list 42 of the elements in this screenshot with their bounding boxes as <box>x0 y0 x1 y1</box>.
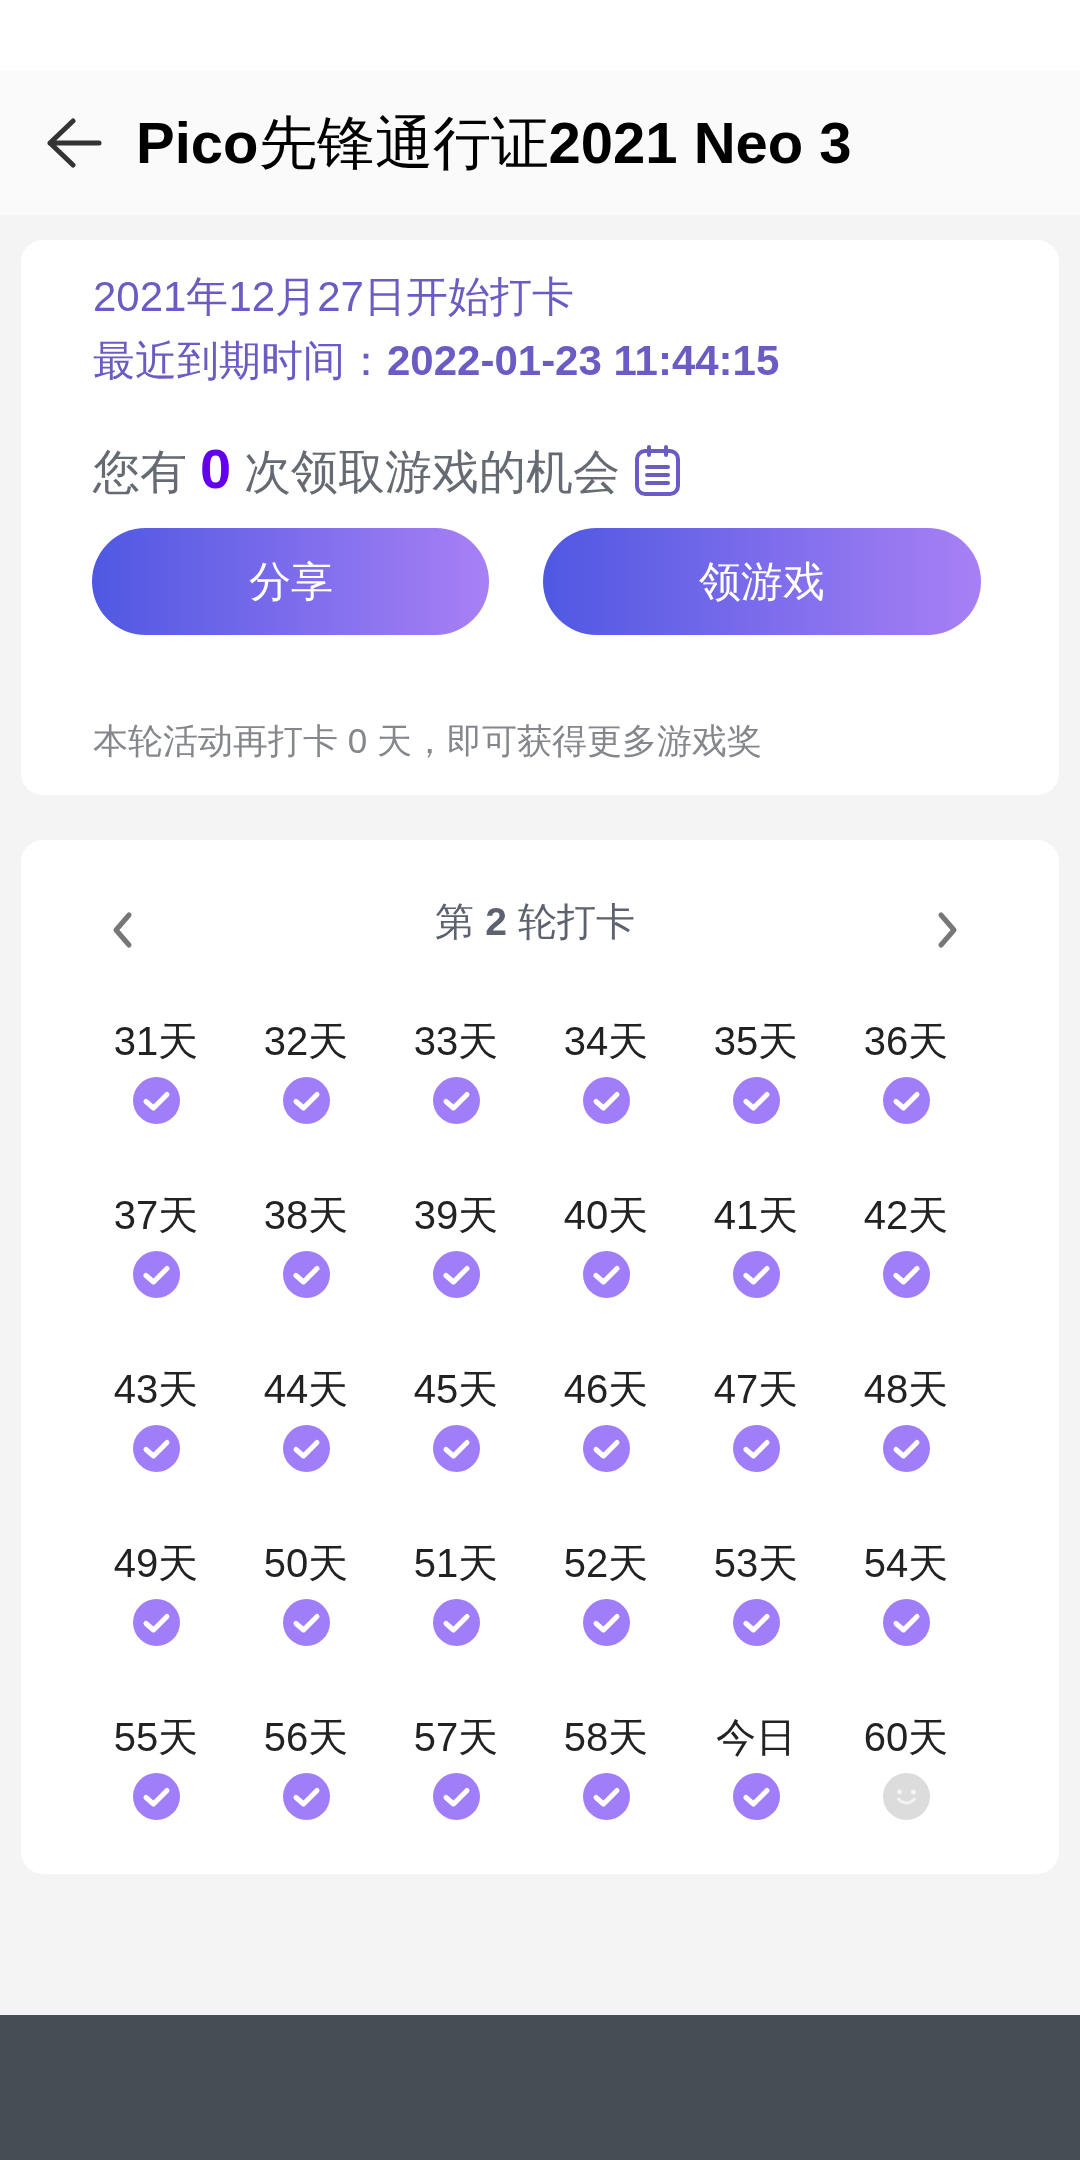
day-label: 35天 <box>713 1018 799 1065</box>
day-label: 34天 <box>563 1018 649 1065</box>
day-label: 50天 <box>263 1540 349 1587</box>
day-label: 47天 <box>713 1366 799 1413</box>
day-label: 31天 <box>113 1018 199 1065</box>
clipboard-icon[interactable] <box>634 444 682 496</box>
day-label: 45天 <box>413 1366 499 1413</box>
day-label: 37天 <box>113 1192 199 1239</box>
day-label: 42天 <box>863 1192 949 1239</box>
day-label: 55天 <box>113 1714 199 1761</box>
chevron-right-icon[interactable] <box>937 911 959 949</box>
day-label: 32天 <box>263 1018 349 1065</box>
day-label: 36天 <box>863 1018 949 1065</box>
day-label: 38天 <box>263 1192 349 1239</box>
day-label: 56天 <box>263 1714 349 1761</box>
day-label: 33天 <box>413 1018 499 1065</box>
day-label: 46天 <box>563 1366 649 1413</box>
back-arrow-icon[interactable] <box>46 117 102 168</box>
action-button[interactable]: 领游戏 <box>543 528 981 635</box>
chevron-left-icon[interactable] <box>111 911 133 949</box>
day-label: 48天 <box>863 1366 949 1413</box>
day-label: 60天 <box>863 1714 949 1761</box>
day-label: 54天 <box>863 1540 949 1587</box>
round-title: 第 2 轮打卡 <box>434 899 636 945</box>
action-button[interactable]: 分享 <box>92 528 489 635</box>
day-label: 今日 <box>716 1714 796 1761</box>
chances-text: 您有 0 次领取游戏的机会 <box>93 435 621 502</box>
day-label: 44天 <box>263 1366 349 1413</box>
expiry-time-text: 最近到期时间：2022-01-23 11:44:15 <box>93 336 781 386</box>
page-title: Pico先锋通行证2021 Neo 3 <box>136 108 852 177</box>
day-label: 41天 <box>713 1192 799 1239</box>
hint-text: 本轮活动再打卡 0 天，即可获得更多游戏奖 <box>93 720 763 762</box>
day-label: 39天 <box>413 1192 499 1239</box>
start-date-text: 2021年12月27日开始打卡 <box>93 272 575 322</box>
day-label: 58天 <box>563 1714 649 1761</box>
day-label: 40天 <box>563 1192 649 1239</box>
day-label: 57天 <box>413 1714 499 1761</box>
day-label: 52天 <box>563 1540 649 1587</box>
day-label: 43天 <box>113 1366 199 1413</box>
day-label: 49天 <box>113 1540 199 1587</box>
day-label: 51天 <box>413 1540 499 1587</box>
day-label: 53天 <box>713 1540 799 1587</box>
